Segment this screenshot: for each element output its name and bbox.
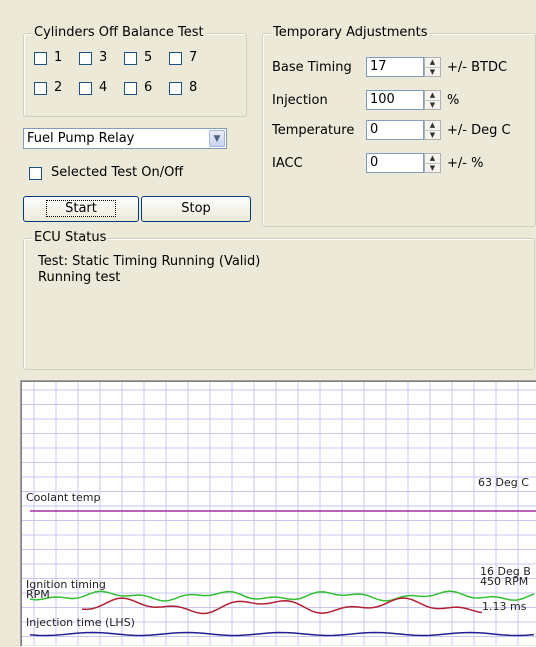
iacc-input[interactable]: 0: [366, 153, 424, 173]
injection-label: Injection: [272, 93, 328, 108]
rpm-value-label: 450 RPM: [480, 575, 529, 588]
coolant-label: Coolant temp: [26, 491, 101, 504]
injection-label: Injection time (LHS): [26, 616, 135, 629]
start-button[interactable]: Start: [23, 196, 139, 222]
iacc-label: IACC: [272, 156, 303, 171]
selected-test-label: Selected Test On/Off: [51, 165, 184, 180]
selected-test-checkbox[interactable]: [29, 167, 42, 180]
cylinder-7-checkbox[interactable]: [169, 52, 182, 65]
adjustments-group-title: Temporary Adjustments: [271, 25, 430, 41]
cylinder-7-label: 7: [189, 50, 198, 65]
spin-up-icon[interactable]: ▲: [425, 91, 440, 101]
cylinder-2-label: 2: [54, 80, 63, 95]
cylinder-5-checkbox[interactable]: [124, 52, 137, 65]
rpm-label: RPM: [26, 588, 50, 601]
temperature-unit: +/- Deg C: [447, 123, 511, 138]
cylinder-1-checkbox[interactable]: [34, 52, 47, 65]
iacc-spinner[interactable]: ▲ ▼: [424, 153, 441, 173]
cylinder-5-label: 5: [144, 50, 153, 65]
injection-spinner[interactable]: ▲ ▼: [424, 90, 441, 110]
ecu-status-line-2: Running test: [38, 270, 121, 285]
injection-input[interactable]: 100: [366, 90, 424, 110]
iacc-unit: +/- %: [447, 156, 484, 171]
spin-up-icon[interactable]: ▲: [425, 58, 440, 68]
cylinder-8-checkbox[interactable]: [169, 82, 182, 95]
spin-down-icon[interactable]: ▼: [425, 131, 440, 140]
cylinder-2-checkbox[interactable]: [34, 82, 47, 95]
cylinder-1-label: 1: [54, 50, 63, 65]
ignition-trace: [81, 597, 483, 615]
spin-up-icon[interactable]: ▲: [425, 154, 440, 164]
start-button-label: Start: [46, 200, 116, 217]
ecu-status-title: ECU Status: [32, 230, 109, 246]
temperature-spinner[interactable]: ▲ ▼: [424, 120, 441, 140]
stop-button[interactable]: Stop: [141, 196, 251, 222]
injection-trace: [29, 631, 535, 637]
coolant-value-label: 63 Deg C: [478, 476, 529, 489]
chevron-down-icon[interactable]: ▼: [209, 130, 225, 147]
spin-up-icon[interactable]: ▲: [425, 121, 440, 131]
cylinders-group: Cylinders Off Balance Test: [23, 25, 247, 117]
relay-select[interactable]: Fuel Pump Relay ▼: [23, 128, 227, 149]
stop-button-label: Stop: [181, 201, 211, 216]
cylinder-4-label: 4: [99, 80, 108, 95]
base-timing-unit: +/- BTDC: [447, 60, 508, 75]
base-timing-spinner[interactable]: ▲ ▼: [424, 57, 441, 77]
base-timing-input[interactable]: 17: [366, 57, 424, 77]
base-timing-label: Base Timing: [272, 60, 352, 75]
injection-unit: %: [447, 93, 460, 108]
cylinder-8-label: 8: [189, 80, 198, 95]
relay-select-value: Fuel Pump Relay: [27, 131, 135, 146]
injection-value-label: 1.13 ms: [482, 600, 527, 613]
spin-down-icon[interactable]: ▼: [425, 101, 440, 110]
graph-canvas: [22, 382, 536, 645]
cylinder-6-label: 6: [144, 80, 153, 95]
temperature-label: Temperature: [272, 123, 355, 138]
spin-down-icon[interactable]: ▼: [425, 68, 440, 77]
cylinder-6-checkbox[interactable]: [124, 82, 137, 95]
cylinder-3-label: 3: [99, 50, 108, 65]
sensor-graph: Coolant temp 63 Deg C Ignition timing RP…: [22, 382, 536, 645]
ecu-status-line-1: Test: Static Timing Running (Valid): [38, 254, 261, 269]
temperature-input[interactable]: 0: [366, 120, 424, 140]
cylinders-group-title: Cylinders Off Balance Test: [32, 25, 206, 41]
spin-down-icon[interactable]: ▼: [425, 164, 440, 173]
cylinder-4-checkbox[interactable]: [79, 82, 92, 95]
cylinder-3-checkbox[interactable]: [79, 52, 92, 65]
